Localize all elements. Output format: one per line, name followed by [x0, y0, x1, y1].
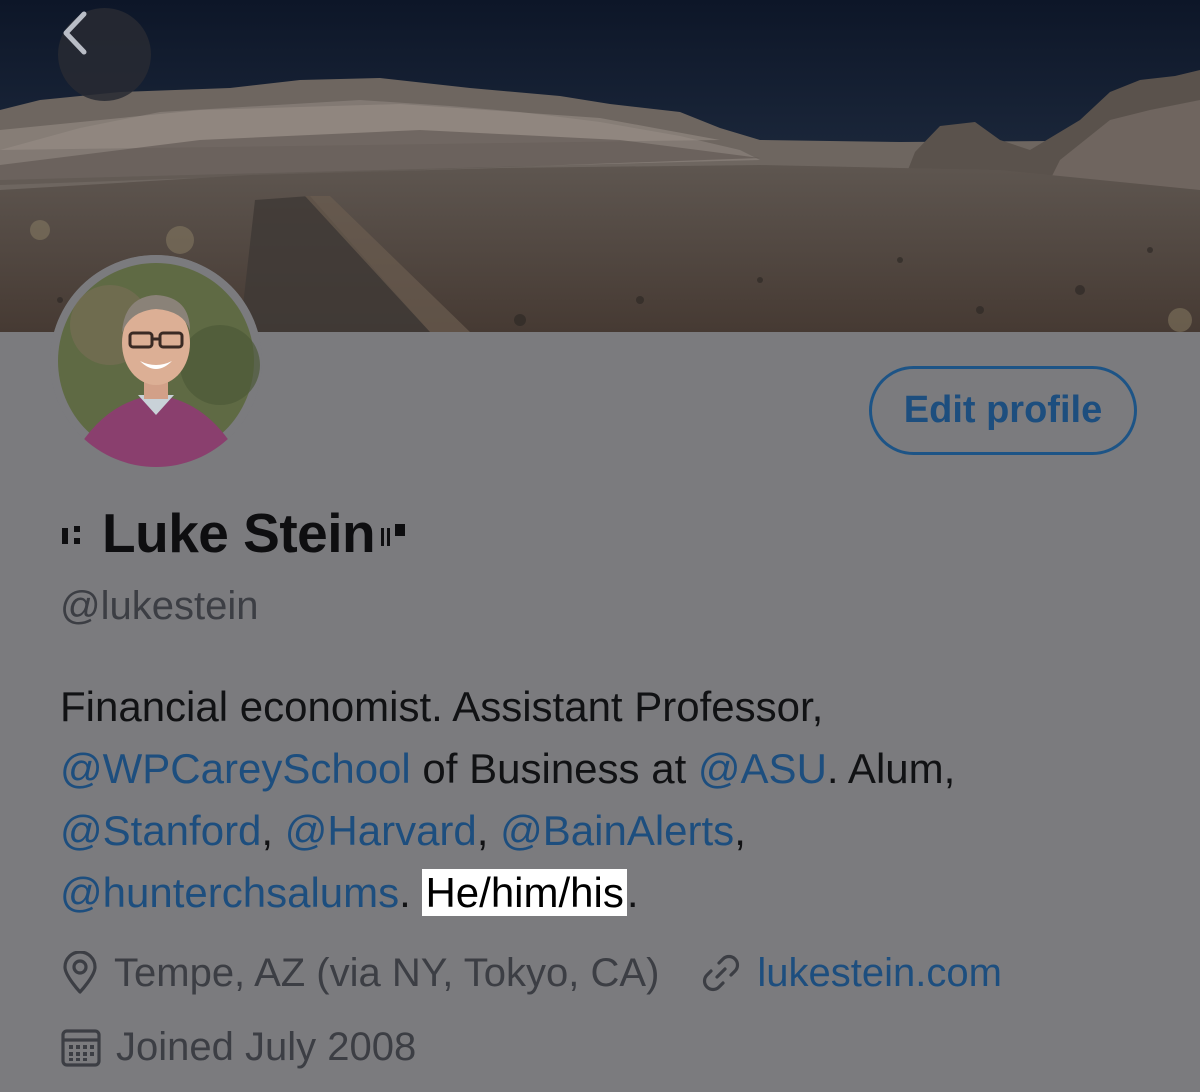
mention-bainalerts[interactable]: @BainAlerts [500, 807, 734, 854]
link-icon [699, 951, 743, 995]
profile-handle: @lukestein [60, 584, 259, 628]
bio-text: Financial economist. Assistant Professor… [60, 683, 824, 730]
edit-profile-button[interactable]: Edit profile [869, 366, 1137, 455]
bio-text: , [261, 807, 285, 854]
joined-text: Joined July 2008 [116, 1024, 417, 1069]
profile-bio: Financial economist. Assistant Professor… [60, 676, 1060, 924]
location-pin-icon [60, 951, 100, 995]
mention-wpcareyschool[interactable]: @WPCareySchool [60, 745, 411, 792]
bio-text: of Business at [410, 745, 698, 792]
back-button[interactable] [58, 8, 151, 101]
bio-text: . [399, 869, 423, 916]
mention-hunterchsalums[interactable]: @hunterchsalums [60, 869, 399, 916]
bio-text: , [476, 807, 501, 854]
mention-stanford[interactable]: @Stanford [60, 807, 261, 854]
name-decoration-right-icon [381, 518, 413, 548]
bio-text: . Alum, [826, 745, 956, 792]
location-text: Tempe, AZ (via NY, Tokyo, CA) [114, 950, 660, 995]
profile-meta-row: Tempe, AZ (via NY, Tokyo, CA) lukestein.… [60, 946, 1002, 1000]
website-link[interactable]: lukestein.com [757, 951, 1002, 996]
mention-harvard[interactable]: @Harvard [285, 807, 477, 854]
website-link-group[interactable]: lukestein.com [699, 951, 1002, 996]
mention-asu[interactable]: @ASU [698, 745, 827, 792]
joined-row: Joined July 2008 [60, 1020, 416, 1074]
pronouns-highlight: He/him/his [422, 869, 627, 916]
avatar[interactable] [50, 255, 262, 467]
calendar-icon [60, 1026, 102, 1068]
display-name: Luke Stein [102, 502, 376, 564]
bio-text: . [626, 869, 639, 916]
name-decoration-left-icon [60, 518, 96, 548]
bio-text: , [734, 807, 746, 854]
display-name-row: Luke Stein [60, 498, 413, 568]
